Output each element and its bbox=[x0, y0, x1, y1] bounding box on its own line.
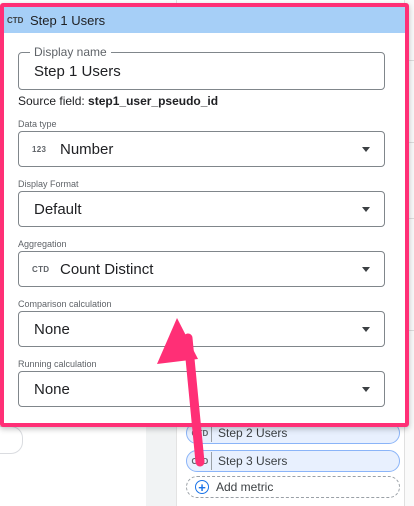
display-format-value: Default bbox=[34, 200, 82, 218]
metric-label: Step 3 Users bbox=[218, 454, 288, 468]
count-distinct-icon: CTD bbox=[32, 264, 50, 274]
running-calculation-label: Running calculation bbox=[18, 359, 97, 369]
comparison-calculation-value: None bbox=[34, 320, 70, 338]
caret-down-icon bbox=[362, 267, 370, 272]
comparison-calculation-select[interactable]: None bbox=[18, 311, 385, 347]
aggregation-badge: CTD bbox=[7, 15, 24, 25]
display-name-field[interactable]: Display name Step 1 Users bbox=[18, 45, 385, 90]
aggregation-badge: CTD bbox=[189, 452, 212, 470]
aggregation-value: Count Distinct bbox=[60, 260, 154, 278]
display-name-label: Display name bbox=[30, 45, 111, 59]
add-metric-label: Add metric bbox=[216, 480, 274, 494]
popup-header: CTD Step 1 Users bbox=[4, 7, 405, 33]
aggregation-label: Aggregation bbox=[18, 239, 67, 249]
caret-down-icon bbox=[362, 387, 370, 392]
panel-strip bbox=[146, 426, 176, 506]
running-calculation-value: None bbox=[34, 380, 70, 398]
add-circle-icon: + bbox=[195, 480, 209, 494]
caret-down-icon bbox=[362, 327, 370, 332]
source-field-line: Source field: step1_user_pseudo_id bbox=[18, 94, 218, 108]
aggregation-select[interactable]: CTD Count Distinct bbox=[18, 251, 385, 287]
display-format-select[interactable]: Default bbox=[18, 191, 385, 227]
caret-down-icon bbox=[362, 147, 370, 152]
left-chip-fragment bbox=[0, 426, 23, 454]
data-type-value: Number bbox=[60, 140, 114, 158]
display-format-label: Display Format bbox=[18, 179, 79, 189]
source-field-value: step1_user_pseudo_id bbox=[88, 94, 219, 108]
data-type-label: Data type bbox=[18, 119, 57, 129]
popup-title: Step 1 Users bbox=[30, 12, 106, 28]
source-field-prefix: Source field: bbox=[18, 94, 85, 108]
display-name-input[interactable]: Step 1 Users bbox=[34, 63, 121, 80]
comparison-calculation-label: Comparison calculation bbox=[18, 299, 112, 309]
running-calculation-select[interactable]: None bbox=[18, 371, 385, 407]
metric-editor-popup: CTD Step 1 Users Display name Step 1 Use… bbox=[0, 3, 409, 427]
add-metric-button[interactable]: + Add metric bbox=[186, 476, 400, 498]
metric-label: Step 2 Users bbox=[218, 426, 288, 440]
metric-chip-step3[interactable]: CTD Step 3 Users bbox=[186, 450, 400, 472]
data-type-select[interactable]: 123 Number bbox=[18, 131, 385, 167]
caret-down-icon bbox=[362, 207, 370, 212]
number-type-icon: 123 bbox=[32, 144, 47, 154]
